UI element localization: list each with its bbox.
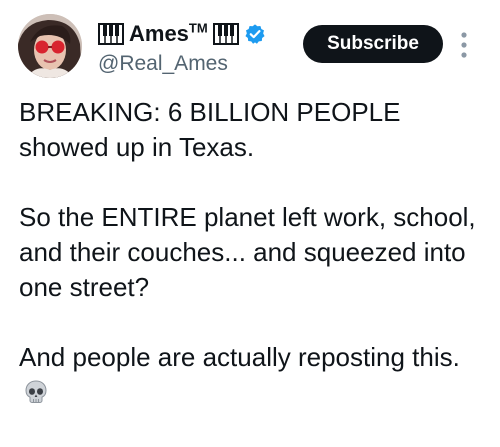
post-paragraph-last: And people are actually reposting this. [19, 340, 484, 410]
avatar[interactable] [18, 14, 82, 78]
post-text: BREAKING: 6 BILLION PEOPLE showed up in … [19, 95, 484, 410]
display-name-text: Ames [129, 21, 189, 46]
piano-keys-icon [98, 23, 124, 45]
post-paragraph: So the ENTIRE planet left work, school, … [19, 202, 476, 302]
more-vertical-icon[interactable] [458, 30, 470, 60]
piano-keys-icon [212, 23, 239, 45]
display-name[interactable]: AmesTM [129, 21, 208, 47]
author-handle[interactable]: @Real_Ames [98, 51, 228, 77]
verified-badge-icon[interactable] [244, 23, 266, 45]
trademark-mark: TM [188, 20, 208, 36]
post-paragraph: BREAKING: 6 BILLION PEOPLE showed up in … [19, 97, 401, 162]
author-name-row[interactable]: AmesTM [98, 20, 266, 48]
subscribe-button[interactable]: Subscribe [303, 25, 443, 63]
skull-icon [23, 379, 49, 405]
post-paragraph-text: And people are actually reposting this. [19, 342, 460, 372]
post-card: AmesTM @Real_Ames Subscribe BREAKING: 6 … [0, 0, 500, 447]
